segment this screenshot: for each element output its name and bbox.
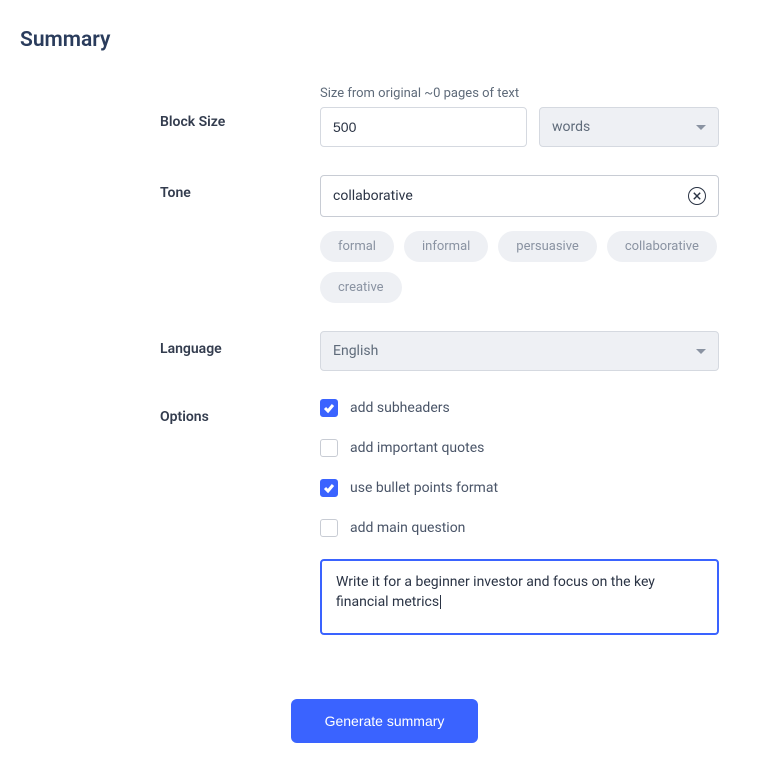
generate-summary-button[interactable]: Generate summary xyxy=(291,699,479,743)
tone-label: Tone xyxy=(160,175,310,303)
tone-chip-informal[interactable]: informal xyxy=(404,231,488,262)
option-row: use bullet points format xyxy=(320,479,719,497)
block-size-unit-select[interactable]: words xyxy=(539,107,719,147)
tone-chips: formal informal persuasive collaborative cre… xyxy=(320,231,719,303)
block-size-label: Block Size xyxy=(160,86,310,147)
option-checkbox[interactable] xyxy=(320,439,338,457)
language-label: Language xyxy=(160,331,310,371)
block-size-hint: Size from original ~0 pages of text xyxy=(320,86,719,101)
chevron-down-icon xyxy=(696,125,706,130)
tone-chip-collaborative[interactable]: collaborative xyxy=(607,231,717,262)
block-size-unit-value: words xyxy=(552,119,590,135)
option-checkbox[interactable] xyxy=(320,519,338,537)
option-row: add main question xyxy=(320,519,719,537)
option-label: add important quotes xyxy=(350,440,484,456)
language-value: English xyxy=(333,343,378,359)
chevron-down-icon xyxy=(696,349,706,354)
tone-chip-formal[interactable]: formal xyxy=(320,231,394,262)
option-label: add subheaders xyxy=(350,400,450,416)
tone-value: collaborative xyxy=(333,188,413,204)
block-size-input[interactable] xyxy=(320,107,527,147)
option-label: add main question xyxy=(350,520,465,536)
page-title: Summary xyxy=(20,28,749,52)
summary-form: Block Size Size from original ~0 pages o… xyxy=(160,86,699,635)
custom-instructions-text: Write it for a beginner investor and foc… xyxy=(336,574,655,610)
option-label: use bullet points format xyxy=(350,480,498,496)
text-cursor xyxy=(440,595,441,609)
tone-input[interactable]: collaborative xyxy=(320,175,719,217)
option-row: add subheaders xyxy=(320,399,719,417)
language-select[interactable]: English xyxy=(320,331,719,371)
custom-instructions-input[interactable]: Write it for a beginner investor and foc… xyxy=(320,559,719,635)
clear-tone-button[interactable] xyxy=(688,187,706,205)
tone-chip-persuasive[interactable]: persuasive xyxy=(498,231,597,262)
option-checkbox[interactable] xyxy=(320,479,338,497)
close-icon xyxy=(693,192,701,200)
option-row: add important quotes xyxy=(320,439,719,457)
options-group: add subheaders add important quotes use bu… xyxy=(320,399,719,635)
tone-chip-creative[interactable]: creative xyxy=(320,272,402,303)
option-checkbox[interactable] xyxy=(320,399,338,417)
options-label: Options xyxy=(160,399,310,635)
